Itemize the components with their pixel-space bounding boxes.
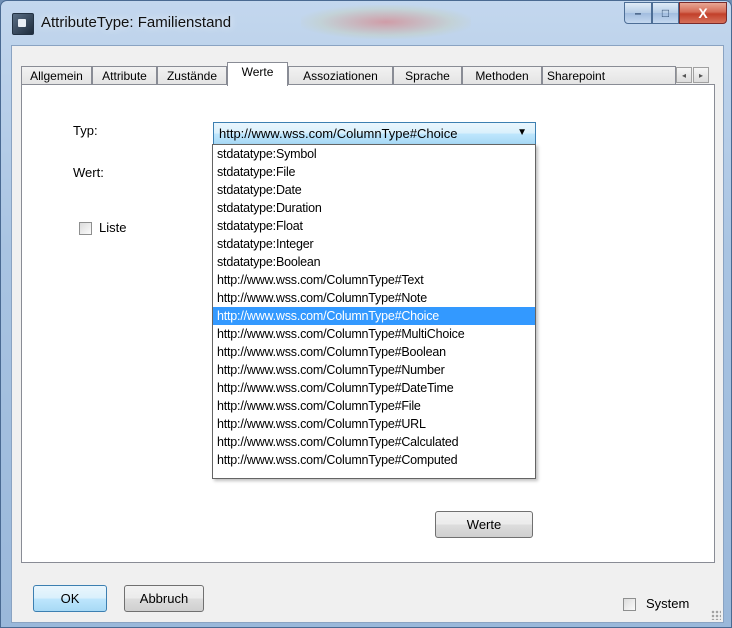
dropdown-option[interactable]: http://www.wss.com/ColumnType#Text: [213, 271, 535, 289]
title-bar[interactable]: AttributeType: Familienstand – □ X: [1, 1, 731, 45]
dropdown-option[interactable]: http://www.wss.com/ColumnType#Computed: [213, 451, 535, 469]
typ-selected-value: http://www.wss.com/ColumnType#Choice: [219, 126, 458, 141]
title-glow: [301, 5, 471, 39]
system-checkbox[interactable]: [623, 598, 636, 611]
minimize-button[interactable]: –: [624, 2, 652, 24]
dropdown-option[interactable]: http://www.wss.com/ColumnType#URL: [213, 415, 535, 433]
chevron-down-icon[interactable]: ▼: [517, 127, 527, 138]
maximize-button[interactable]: □: [652, 2, 679, 24]
tab-scroll-left-icon[interactable]: ◂: [676, 67, 692, 83]
liste-label: Liste: [99, 220, 127, 235]
close-button[interactable]: X: [679, 2, 727, 24]
typ-dropdown-list: stdatatype:Symbol stdatatype:File stdata…: [212, 144, 536, 479]
tab-zustaende[interactable]: Zustände: [157, 66, 227, 85]
wert-label: Wert:: [73, 165, 104, 180]
liste-checkbox[interactable]: [79, 222, 92, 235]
dialog-client-area: Allgemein Attribute Zustände Werte Assoz…: [11, 45, 724, 623]
dropdown-option[interactable]: http://www.wss.com/ColumnType#Calculated: [213, 433, 535, 451]
dropdown-option[interactable]: http://www.wss.com/ColumnType#MultiChoic…: [213, 325, 535, 343]
ok-button[interactable]: OK: [33, 585, 107, 612]
tab-scroll-right-icon[interactable]: ▸: [693, 67, 709, 83]
dropdown-option[interactable]: http://www.wss.com/ColumnType#File: [213, 397, 535, 415]
resize-grip-icon[interactable]: [711, 610, 721, 620]
dropdown-option[interactable]: stdatatype:Symbol: [213, 145, 535, 163]
tab-werte[interactable]: Werte: [227, 62, 288, 86]
dropdown-option[interactable]: stdatatype:File: [213, 163, 535, 181]
dropdown-option[interactable]: http://www.wss.com/ColumnType#Note: [213, 289, 535, 307]
tab-sprache[interactable]: Sprache: [393, 66, 462, 85]
typ-label: Typ:: [73, 123, 98, 138]
window-title: AttributeType: Familienstand: [41, 14, 232, 31]
dropdown-option[interactable]: stdatatype:Date: [213, 181, 535, 199]
dropdown-option[interactable]: stdatatype:Integer: [213, 235, 535, 253]
typ-combobox[interactable]: http://www.wss.com/ColumnType#Choice ▼: [213, 122, 536, 145]
dropdown-option[interactable]: stdatatype:Float: [213, 217, 535, 235]
tab-methoden[interactable]: Methoden: [462, 66, 542, 85]
cancel-button[interactable]: Abbruch: [124, 585, 204, 612]
dropdown-option[interactable]: http://www.wss.com/ColumnType#DateTime: [213, 379, 535, 397]
tab-assoziationen[interactable]: Assoziationen: [288, 66, 393, 85]
tab-allgemein[interactable]: Allgemein: [21, 66, 92, 85]
dropdown-option[interactable]: http://www.wss.com/ColumnType#Number: [213, 361, 535, 379]
dropdown-option[interactable]: http://www.wss.com/ColumnType#Boolean: [213, 343, 535, 361]
dialog-window: AttributeType: Familienstand – □ X Allge…: [0, 0, 732, 628]
app-icon: [12, 13, 34, 35]
werte-button[interactable]: Werte: [435, 511, 533, 538]
dropdown-option-selected[interactable]: http://www.wss.com/ColumnType#Choice: [213, 307, 535, 325]
dropdown-option[interactable]: stdatatype:Boolean: [213, 253, 535, 271]
tab-sharepoint[interactable]: Sharepoint: [542, 66, 676, 85]
tab-attribute[interactable]: Attribute: [92, 66, 157, 85]
system-label: System: [646, 596, 690, 611]
dropdown-option[interactable]: stdatatype:Duration: [213, 199, 535, 217]
